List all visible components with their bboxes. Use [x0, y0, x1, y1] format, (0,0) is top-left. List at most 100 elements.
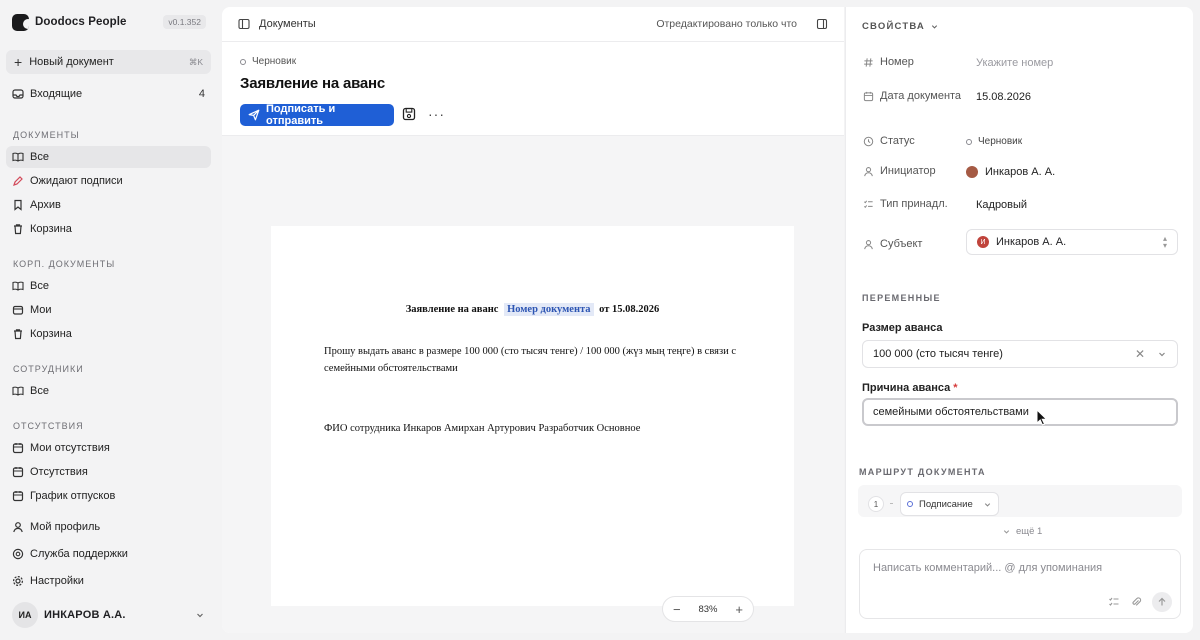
avatar: И [977, 236, 989, 248]
user-menu[interactable]: ИА ИНКАРОВ А.А. [6, 600, 211, 630]
document-page: Заявление на аванс Номер документа от 15… [271, 226, 794, 606]
comment-placeholder: Написать комментарий... @ для упоминания [873, 562, 1103, 574]
advance-reason-input[interactable]: семейными обстоятельствами [862, 398, 1178, 426]
document-status: Черновик [240, 56, 296, 67]
sidebar-toggle-icon[interactable] [238, 18, 250, 30]
document-body: Прошу выдать аванс в размере 100 000 (ст… [324, 346, 737, 374]
advance-size-field[interactable]: 100 000 (сто тысяч тенге) ✕ [862, 340, 1178, 368]
status-value: Черновик [966, 136, 1022, 147]
route-step-label: Подписание [919, 498, 973, 510]
document-canvas: Заявление на аванс Номер документа от 15… [222, 135, 844, 633]
brand: Doodocs People v0.1.352 [12, 13, 206, 31]
sidebar-item-support[interactable]: Служба поддержки [6, 543, 211, 565]
sidebar-item-label: Входящие [30, 88, 83, 100]
edited-status: Отредактировано только что [656, 18, 797, 30]
sidebar-item-archive[interactable]: Архив [6, 194, 211, 216]
sidebar-item-settings[interactable]: Настройки [6, 570, 211, 592]
advance-reason-label-text: Причина аванса [862, 382, 951, 394]
variables-title: ПЕРЕМЕННЫЕ [862, 293, 941, 303]
hash-icon [862, 57, 874, 69]
sidebar-item-trash[interactable]: Корзина [6, 218, 211, 240]
sidebar-item-label: Архив [30, 199, 61, 211]
breadcrumb[interactable]: Документы [259, 18, 316, 30]
trash-icon [12, 223, 24, 235]
calendar-icon [12, 490, 24, 502]
bookmark-icon [12, 199, 24, 211]
sidebar-item-my-absences[interactable]: Мои отсутствия [6, 437, 211, 459]
sidebar-item-corp-all[interactable]: Все [6, 275, 211, 297]
sidebar-item-label: Мои [30, 304, 52, 316]
clear-icon[interactable]: ✕ [1135, 347, 1145, 361]
pen-icon [12, 175, 24, 187]
status-dot-icon [966, 138, 972, 145]
sidebar-item-employees-all[interactable]: Все [6, 380, 211, 402]
properties-panel: СВОЙСТВА Номер Укажите номер Дата докуме… [845, 7, 1193, 633]
property-label: Статус [880, 135, 915, 147]
book-icon [12, 280, 24, 292]
document-signature-line: ФИО сотрудника Инкаров Амирхан Артурович… [324, 423, 641, 434]
sidebar-item-label: График отпусков [30, 490, 116, 502]
panel-toggle-icon[interactable] [816, 18, 828, 30]
sidebar-item-corp-mine[interactable]: Мои [6, 299, 211, 321]
sidebar-item-label: Отсутствия [30, 466, 88, 478]
sidebar-item-inbox[interactable]: Входящие 4 [6, 83, 211, 105]
sidebar-item-vacation-schedule[interactable]: График отпусков [6, 485, 211, 507]
more-options-icon[interactable]: ··· [428, 107, 445, 121]
sidebar-item-absences[interactable]: Отсутствия [6, 461, 211, 483]
route-step-select[interactable]: Подписание [900, 492, 999, 516]
send-comment-button[interactable] [1152, 592, 1172, 612]
type-value[interactable]: Кадровый [976, 199, 1027, 211]
book-icon [12, 151, 24, 163]
checklist-icon[interactable] [1108, 596, 1120, 608]
status-value-text: Черновик [978, 136, 1023, 147]
document-number-variable[interactable]: Номер документа [504, 303, 594, 316]
gear-icon [12, 575, 24, 587]
section-title-absences: ОТСУТСТВИЯ [13, 421, 84, 431]
new-document-button[interactable]: + Новый документ ⌘K [6, 50, 211, 74]
initiator-name: Инкаров А. А. [985, 165, 1056, 178]
properties-header[interactable]: СВОЙСТВА [862, 21, 939, 32]
user-icon [862, 166, 874, 178]
attach-icon[interactable] [1130, 596, 1142, 608]
subject-value: Инкаров А. А. [996, 236, 1067, 248]
chevron-down-icon [195, 610, 205, 620]
subject-select[interactable]: И Инкаров А. А. ▴ ▾ [966, 229, 1178, 255]
section-title-employees: СОТРУДНИКИ [13, 364, 84, 374]
sidebar-item-label: Ожидают подписи [30, 175, 123, 187]
save-icon[interactable] [402, 107, 416, 121]
comment-input[interactable]: Написать комментарий... @ для упоминания [859, 549, 1181, 619]
inbox-icon [12, 88, 24, 100]
chevron-down-icon [930, 22, 939, 31]
section-title-corp: КОРП. ДОКУМЕНТЫ [13, 259, 116, 269]
user-icon [862, 239, 874, 251]
advance-size-value: 100 000 (сто тысяч тенге) [873, 348, 1003, 360]
sidebar-item-label: Настройки [30, 575, 84, 587]
document-editor: Документы Отредактировано только что Чер… [222, 7, 844, 633]
sidebar-item-label: Корзина [30, 328, 72, 340]
sign-and-send-button[interactable]: Подписать и отправить [240, 103, 394, 127]
folder-icon [12, 304, 24, 316]
sidebar-item-profile[interactable]: Мой профиль [6, 516, 211, 538]
user-icon [12, 521, 24, 533]
zoom-control: − 83% + [662, 596, 754, 622]
sidebar-item-label: Служба поддержки [30, 548, 128, 560]
property-date: Дата документа 15.08.2026 [862, 89, 1182, 104]
select-arrows-icon: ▴ ▾ [1162, 234, 1167, 250]
show-more-steps[interactable]: ещё 1 [1002, 526, 1042, 537]
sidebar-item-corp-trash[interactable]: Корзина [6, 323, 211, 345]
date-field[interactable]: 15.08.2026 [976, 91, 1031, 103]
version-badge: v0.1.352 [163, 15, 206, 29]
comment-toolbar [1098, 592, 1172, 612]
advance-size-label: Размер аванса [862, 322, 943, 334]
sidebar-item-awaiting-signature[interactable]: Ожидают подписи [6, 170, 211, 192]
property-label: Инициатор [880, 165, 936, 177]
sidebar-item-docs-all[interactable]: Все [6, 146, 211, 168]
chevron-down-icon[interactable] [1157, 349, 1167, 359]
status-dot-icon [240, 58, 246, 65]
help-icon [12, 548, 24, 560]
zoom-in-button[interactable]: + [735, 603, 743, 616]
user-name: ИНКАРОВ А.А. [44, 609, 126, 621]
number-input[interactable]: Укажите номер [976, 57, 1053, 69]
app-name: Doodocs People [35, 16, 127, 28]
zoom-out-button[interactable]: − [673, 603, 681, 616]
